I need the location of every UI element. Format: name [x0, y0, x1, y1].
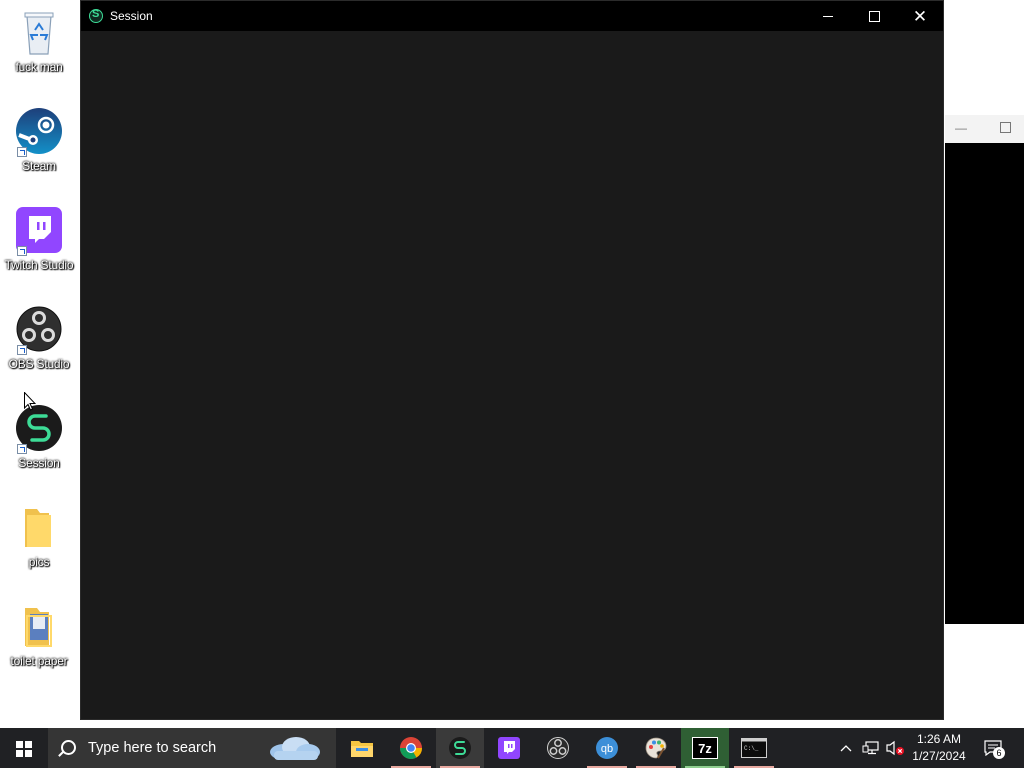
folder-image-icon [15, 602, 63, 650]
taskbar-twitch[interactable] [485, 728, 533, 768]
mouse-cursor-icon [24, 391, 37, 416]
session-app-icon [449, 737, 471, 759]
weather-cloud-icon[interactable] [266, 735, 322, 761]
twitch-studio-icon [15, 206, 63, 256]
taskbar-paint[interactable] [632, 728, 680, 768]
close-button[interactable]: ✕ [897, 1, 943, 31]
clock-time: 1:26 AM [916, 732, 962, 746]
seven-zip-icon: 7z [692, 737, 718, 759]
taskbar-clock[interactable]: 1:26 AM 1/27/2024 [907, 731, 971, 765]
minimize-icon [823, 15, 833, 17]
maximize-icon [868, 10, 880, 22]
desktop-icon-recycle-bin[interactable]: fuck man [0, 8, 78, 74]
svg-text:C:\_: C:\_ [744, 745, 759, 752]
obs-icon [547, 737, 569, 759]
network-status[interactable] [860, 728, 882, 768]
taskbar-terminal[interactable]: C:\_ [730, 728, 778, 768]
shortcut-arrow-icon [17, 147, 27, 157]
taskbar: Type here to search qb 7z C:\_ 1:26 AM 1… [0, 728, 1024, 768]
desktop-icon-label: toilet paper [10, 654, 68, 668]
session-window[interactable]: Session ✕ [80, 0, 944, 720]
shortcut-arrow-icon [17, 345, 27, 355]
desktop-icon-toilet-paper[interactable]: toilet paper [0, 602, 78, 668]
desktop-icon-label: pics [28, 555, 50, 569]
taskbar-seven-zip[interactable]: 7z [681, 728, 729, 768]
desktop-icon-label: fuck man [15, 60, 63, 74]
window-content-area[interactable] [81, 31, 943, 719]
network-icon [862, 741, 879, 755]
chevron-up-icon [840, 745, 852, 752]
desktop-icon-pics[interactable]: pics [0, 503, 78, 569]
svg-text:qb: qb [601, 743, 613, 755]
terminal-icon: C:\_ [741, 738, 767, 758]
taskbar-session[interactable] [436, 728, 484, 768]
background-window[interactable]: — [945, 115, 1024, 624]
session-app-icon [15, 404, 63, 454]
notification-count-badge: 6 [993, 747, 1005, 759]
qbittorrent-icon: qb [596, 737, 618, 759]
maximize-icon[interactable] [1000, 122, 1011, 133]
show-hidden-icons-button[interactable] [836, 728, 856, 768]
maximize-button[interactable] [851, 1, 897, 31]
window-title: Session [110, 9, 153, 23]
minimize-icon[interactable]: — [955, 121, 967, 135]
background-window-titlebar[interactable]: — [945, 115, 1024, 143]
volume-control[interactable] [884, 728, 906, 768]
desktop-icon-label: Session [18, 456, 60, 470]
desktop-icon-label: Twitch Studio [4, 258, 74, 272]
taskbar-qbittorrent[interactable]: qb [583, 728, 631, 768]
recycle-bin-icon [15, 8, 63, 56]
desktop-icon-steam[interactable]: Steam [0, 107, 78, 173]
taskbar-chrome[interactable] [387, 728, 435, 768]
file-explorer-icon [351, 741, 373, 757]
start-button[interactable] [0, 728, 48, 768]
windows-logo-icon [16, 741, 32, 757]
clock-date: 1/27/2024 [912, 749, 966, 763]
shortcut-arrow-icon [17, 444, 27, 454]
taskbar-obs[interactable] [534, 728, 582, 768]
taskbar-file-explorer[interactable] [338, 728, 386, 768]
svg-text:7z: 7z [698, 741, 712, 756]
desktop-icon-obs-studio[interactable]: OBS Studio [0, 305, 78, 371]
desktop-icon-twitch-studio[interactable]: Twitch Studio [0, 206, 78, 272]
window-titlebar[interactable]: Session ✕ [81, 1, 943, 31]
folder-icon [15, 503, 63, 551]
obs-studio-icon [15, 305, 63, 355]
desktop-icon-label: Steam [22, 159, 56, 173]
desktop-icon-label: OBS Studio [8, 357, 70, 371]
shortcut-arrow-icon [17, 246, 27, 256]
desktop-icon-session[interactable]: Session [0, 404, 78, 470]
close-icon: ✕ [912, 6, 928, 26]
search-icon [61, 740, 76, 755]
twitch-icon [498, 737, 520, 759]
volume-muted-icon [886, 740, 904, 756]
session-app-icon [89, 8, 103, 23]
search-placeholder: Type here to search [88, 740, 217, 756]
taskbar-search-box[interactable]: Type here to search [48, 728, 336, 768]
steam-icon [15, 107, 63, 157]
chrome-icon [400, 737, 422, 759]
paint-icon [645, 737, 667, 759]
minimize-button[interactable] [805, 1, 851, 31]
